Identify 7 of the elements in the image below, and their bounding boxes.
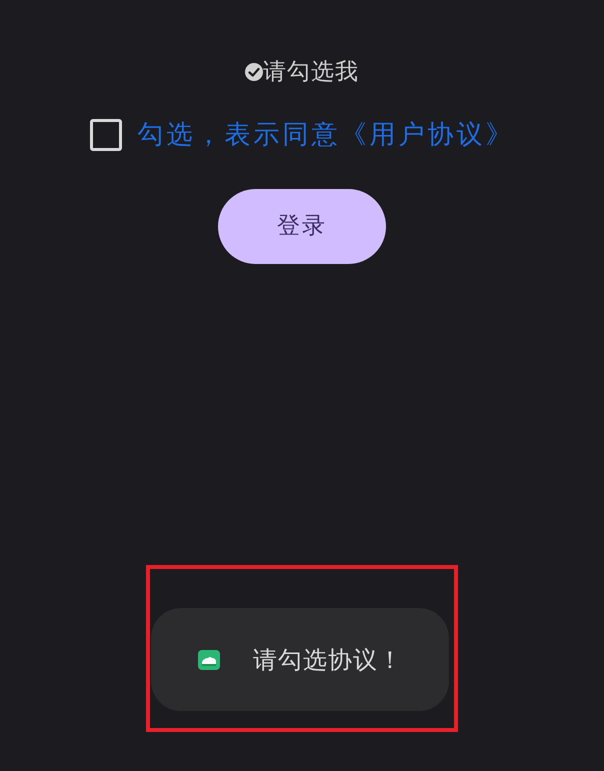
agreement-text[interactable]: 勾选，表示同意《用户协议》 bbox=[138, 118, 514, 152]
toast-text: 请勾选协议！ bbox=[253, 644, 403, 674]
login-button[interactable]: 登录 bbox=[218, 189, 386, 264]
check-circle-icon bbox=[245, 63, 263, 81]
status-text: 请勾选我 bbox=[263, 58, 359, 87]
app-icon bbox=[198, 650, 220, 670]
agreement-checkbox[interactable] bbox=[90, 119, 122, 151]
